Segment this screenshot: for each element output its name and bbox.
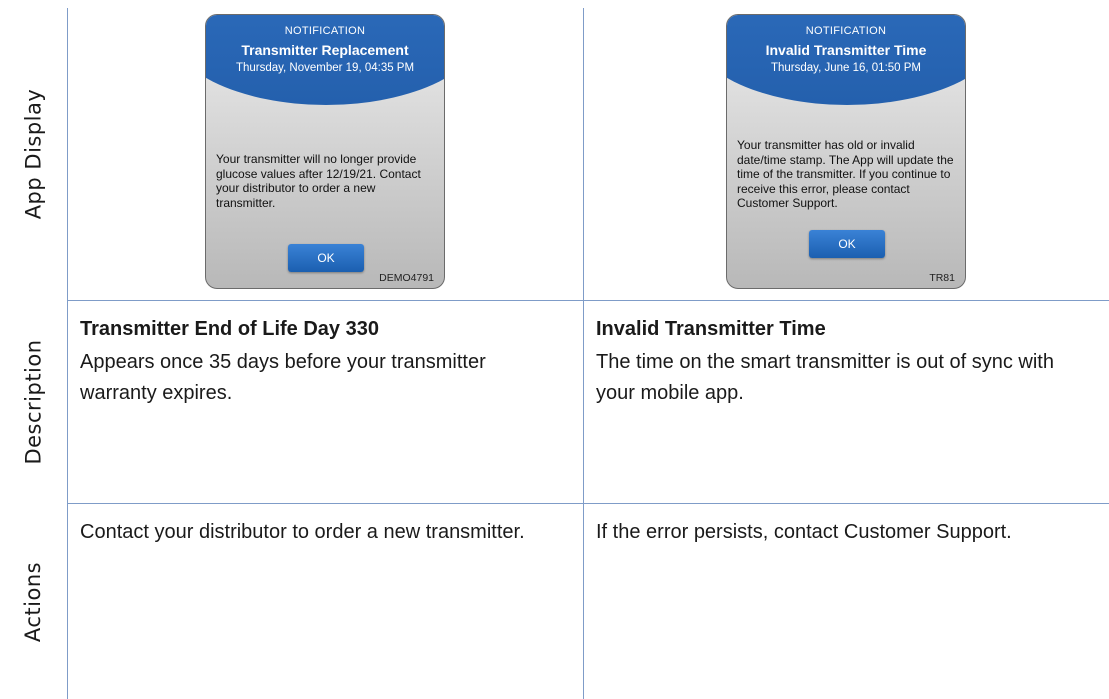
actions-text-right: If the error persists, contact Customer … (596, 521, 1012, 543)
notification-body: Your transmitter will no longer provide … (216, 152, 421, 210)
row-label-actions: Actions (0, 504, 67, 699)
notification-title: Invalid Transmitter Time (765, 42, 927, 58)
notification-date: Thursday, June 16, 01:50 PM (770, 62, 921, 74)
row-label-actions-text: Actions (21, 561, 46, 642)
notification-title: Transmitter Replacement (241, 42, 409, 58)
description-text-right: The time on the smart transmitter is out… (596, 351, 1054, 404)
description-title-right: Invalid Transmitter Time (596, 318, 826, 340)
notification-transmitter-replacement: NOTIFICATION Transmitter Replacement Thu… (205, 14, 445, 289)
actions-text-left: Contact your distributor to order a new … (80, 521, 525, 543)
notification-kind: NOTIFICATION (284, 25, 366, 37)
notification-invalid-transmitter-time: NOTIFICATION Invalid Transmitter Time Th… (726, 14, 966, 289)
notification-header: NOTIFICATION Invalid Transmitter Time Th… (727, 15, 965, 74)
description-text-left: Appears once 35 days before your transmi… (80, 351, 486, 404)
grid-line-row1 (67, 300, 1109, 301)
ok-button[interactable]: OK (288, 244, 364, 272)
notification-code: DEMO4791 (379, 272, 434, 284)
grid-line-middle (583, 8, 584, 699)
notification-body: Your transmitter has old or invalid date… (737, 138, 954, 210)
notification-date: Thursday, November 19, 04:35 PM (235, 62, 415, 74)
ok-button[interactable]: OK (809, 230, 885, 258)
row-label-description-text: Description (21, 339, 46, 465)
row-label-description: Description (0, 301, 67, 503)
notification-header: NOTIFICATION Transmitter Replacement Thu… (206, 15, 444, 74)
grid-line-row2 (67, 503, 1109, 504)
grid-line-left (67, 8, 68, 699)
notification-code: TR81 (929, 272, 955, 284)
row-label-app-display-text: App Display (21, 88, 46, 220)
notification-kind: NOTIFICATION (805, 25, 887, 37)
row-label-app-display: App Display (0, 8, 67, 300)
description-title-left: Transmitter End of Life Day 330 (80, 318, 379, 340)
